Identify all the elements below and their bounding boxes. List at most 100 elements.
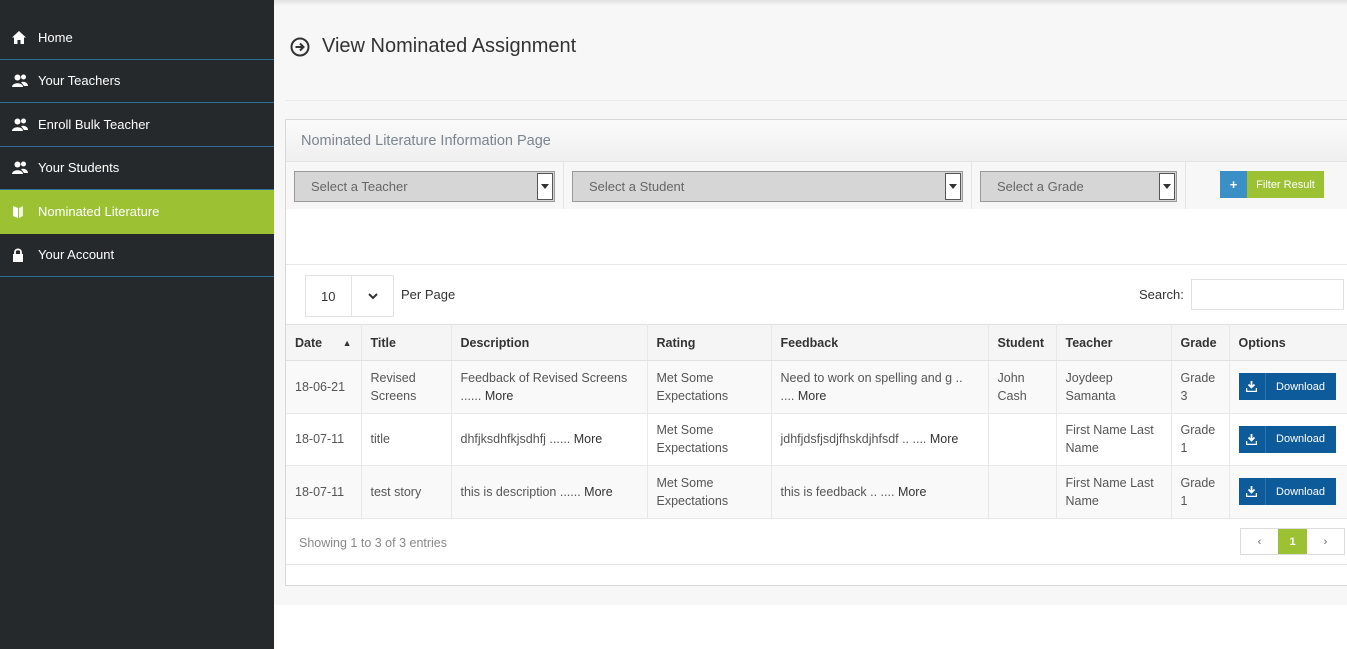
- search-label: Search:: [1139, 287, 1184, 302]
- main-content: View Nominated Assignment Nominated Lite…: [274, 0, 1347, 605]
- cell-feedback: jdhfjdsfjsdjfhskdjhfsdf .. .... More: [771, 413, 989, 466]
- spacer-row: [286, 209, 1347, 265]
- cell-teacher: Joydeep Samanta: [1056, 360, 1172, 414]
- cell-teacher: First Name Last Name: [1056, 465, 1172, 519]
- cell-options: Download: [1229, 360, 1347, 414]
- more-link[interactable]: More: [584, 485, 612, 499]
- table-header-row: Date ▲ Title Description Rating Feedback …: [286, 324, 1347, 361]
- top-shadow: [274, 0, 1347, 6]
- table-row: 18-07-11 test story this is description …: [286, 465, 1347, 519]
- cell-title: test story: [361, 465, 452, 519]
- filter-result-label: Filter Result: [1247, 171, 1324, 198]
- entries-info: Showing 1 to 3 of 3 entries: [299, 536, 448, 550]
- more-link[interactable]: More: [574, 432, 602, 446]
- cell-date: 18-07-11: [286, 413, 362, 466]
- sidebar-item-home[interactable]: Home: [0, 16, 274, 60]
- column-header-options: Options: [1229, 324, 1347, 361]
- pagination: ‹ 1 ›: [1240, 528, 1345, 555]
- cell-grade: Grade 1: [1171, 413, 1230, 466]
- cell-date: 18-06-21: [286, 360, 362, 414]
- per-page-value: 10: [306, 276, 352, 316]
- filter-row: Select a Teacher Select a Student Select…: [286, 162, 1347, 209]
- grade-filter-cell: Select a Grade: [972, 162, 1186, 209]
- cell-description: this is description ...... More: [451, 465, 648, 519]
- student-filter-cell: Select a Student: [564, 162, 972, 209]
- title-divider: [285, 100, 1347, 101]
- pagination-page-1[interactable]: 1: [1278, 529, 1307, 554]
- download-button[interactable]: Download: [1238, 478, 1336, 506]
- more-link[interactable]: More: [485, 389, 513, 403]
- cell-title: Revised Screens: [361, 360, 452, 414]
- dropdown-arrow-icon[interactable]: [945, 173, 961, 200]
- sidebar-item-label: Nominated Literature: [38, 203, 160, 219]
- sidebar-item-nominated-literature[interactable]: Nominated Literature: [0, 190, 274, 234]
- column-header-student[interactable]: Student: [988, 324, 1057, 361]
- cell-teacher: First Name Last Name: [1056, 413, 1172, 466]
- arrow-circle-right-icon: [290, 37, 310, 57]
- column-header-grade[interactable]: Grade: [1171, 324, 1230, 361]
- column-header-feedback[interactable]: Feedback: [771, 324, 989, 361]
- book-icon: [12, 205, 38, 218]
- teacher-select[interactable]: Select a Teacher: [294, 171, 555, 202]
- student-select[interactable]: Select a Student: [572, 171, 963, 202]
- column-header-rating[interactable]: Rating: [647, 324, 772, 361]
- per-page-select[interactable]: 10: [305, 275, 394, 317]
- sidebar-item-your-students[interactable]: Your Students: [0, 147, 274, 190]
- cell-student: [988, 413, 1057, 466]
- assignments-table: Date ▲ Title Description Rating Feedback …: [286, 324, 1347, 519]
- plus-icon: +: [1220, 171, 1247, 198]
- cell-description: Feedback of Revised Screens ...... More: [451, 360, 648, 414]
- download-icon: [1239, 373, 1266, 401]
- sidebar: Home Your Teachers Enroll Bulk Teacher Y…: [0, 0, 274, 649]
- page-title: View Nominated Assignment: [290, 35, 576, 58]
- search-input[interactable]: [1191, 279, 1344, 310]
- cell-options: Download: [1229, 465, 1347, 519]
- filter-result-button[interactable]: + Filter Result: [1220, 171, 1324, 198]
- cell-options: Download: [1229, 413, 1347, 466]
- sidebar-item-label: Home: [38, 29, 73, 45]
- cell-rating: Met Some Expectations: [647, 360, 772, 414]
- grade-select[interactable]: Select a Grade: [980, 171, 1177, 202]
- teacher-filter-cell: Select a Teacher: [286, 162, 564, 209]
- sidebar-item-your-account[interactable]: Your Account: [0, 234, 274, 277]
- cell-rating: Met Some Expectations: [647, 465, 772, 519]
- teacher-select-value: Select a Teacher: [311, 179, 408, 194]
- more-link[interactable]: More: [930, 432, 958, 446]
- pagination-prev[interactable]: ‹: [1241, 529, 1278, 554]
- cell-rating: Met Some Expectations: [647, 413, 772, 466]
- dropdown-arrow-icon[interactable]: [537, 173, 553, 200]
- cell-student: John Cash: [988, 360, 1057, 414]
- cell-feedback: this is feedback .. .... More: [771, 465, 989, 519]
- column-header-date[interactable]: Date ▲: [286, 324, 362, 361]
- chevron-down-icon[interactable]: [352, 276, 393, 316]
- cell-title: title: [361, 413, 452, 466]
- sidebar-item-your-teachers[interactable]: Your Teachers: [0, 60, 274, 103]
- pagination-next[interactable]: ›: [1307, 529, 1344, 554]
- sidebar-item-label: Your Account: [38, 247, 115, 263]
- page-title-text: View Nominated Assignment: [322, 35, 577, 57]
- cell-feedback: Need to work on spelling and g .. .... M…: [771, 360, 989, 414]
- cell-grade: Grade 3: [1171, 360, 1230, 414]
- literature-panel: Nominated Literature Information Page Se…: [285, 119, 1347, 586]
- sidebar-item-enroll-bulk-teacher[interactable]: Enroll Bulk Teacher: [0, 103, 274, 147]
- download-icon: [1239, 478, 1266, 506]
- table-row: 18-06-21 Revised Screens Feedback of Rev…: [286, 360, 1347, 414]
- more-link[interactable]: More: [798, 389, 826, 403]
- column-header-description[interactable]: Description: [451, 324, 648, 361]
- cell-date: 18-07-11: [286, 465, 362, 519]
- download-icon: [1239, 425, 1266, 453]
- users-icon: [12, 74, 38, 88]
- more-link[interactable]: More: [898, 485, 926, 499]
- column-header-title[interactable]: Title: [361, 324, 452, 361]
- users-icon: [12, 161, 38, 175]
- download-button[interactable]: Download: [1238, 425, 1336, 453]
- sidebar-item-label: Your Teachers: [38, 73, 121, 89]
- table-row: 18-07-11 title dhfjksdhfkjsdhfj ...... M…: [286, 413, 1347, 466]
- download-button[interactable]: Download: [1238, 373, 1336, 401]
- cell-description: dhfjksdhfkjsdhfj ...... More: [451, 413, 648, 466]
- column-header-teacher[interactable]: Teacher: [1056, 324, 1172, 361]
- panel-header: Nominated Literature Information Page: [286, 120, 1347, 162]
- dropdown-arrow-icon[interactable]: [1159, 173, 1175, 200]
- filter-button-cell: + Filter Result: [1186, 162, 1347, 209]
- cell-student: [988, 465, 1057, 519]
